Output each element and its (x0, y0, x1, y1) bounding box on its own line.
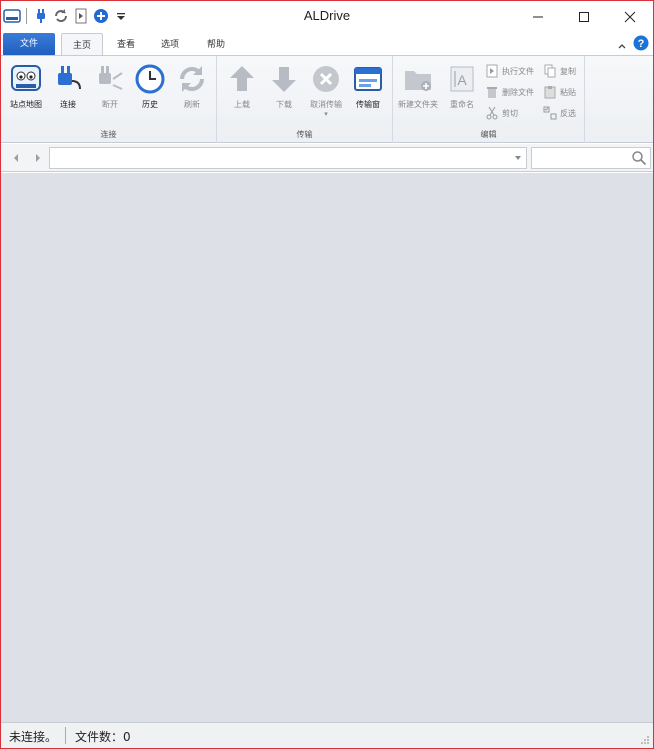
site-map-icon (9, 62, 43, 96)
path-input[interactable] (49, 147, 527, 169)
search-icon (632, 151, 647, 166)
cut-button[interactable]: 剪切 (485, 104, 518, 122)
search-input[interactable] (531, 147, 651, 169)
site-map-label: 站点地图 (10, 100, 42, 109)
download-button[interactable]: 下载 (263, 62, 305, 110)
minimize-button[interactable] (515, 1, 561, 33)
svg-text:A: A (457, 72, 467, 88)
new-folder-icon (401, 62, 435, 96)
paste-button[interactable]: 粘贴 (543, 83, 576, 101)
new-folder-button[interactable]: 新建文件夹 (395, 62, 441, 110)
edit-group-label: 编辑 (480, 130, 497, 139)
clock-icon (133, 62, 167, 96)
scissors-icon (485, 106, 499, 120)
connection-status: 未连接。 (9, 730, 58, 744)
execute-file-button[interactable]: 执行文件 (485, 62, 534, 80)
upload-button[interactable]: 上载 (221, 62, 263, 110)
file-list-area[interactable] (1, 173, 653, 722)
back-arrow-icon (14, 154, 18, 162)
delete-file-icon (485, 85, 499, 99)
cancel-transfer-button[interactable]: 取消传输 ▾ (305, 62, 347, 118)
tab-home[interactable]: 主页 (61, 33, 103, 55)
invert-selection-label: 反选 (560, 108, 576, 118)
forward-button[interactable] (31, 151, 45, 165)
delete-file-label: 删除文件 (502, 87, 534, 97)
disconnect-button[interactable]: 断开 (89, 62, 131, 110)
up-arrow-icon (225, 62, 259, 96)
status-bar: 未连接。 文件数：0 (1, 722, 653, 748)
transfer-window-icon (351, 62, 385, 96)
ribbon-group-connect: 站点地图 连接 断开 历史 刷新 连接 (1, 56, 217, 143)
tab-options[interactable]: 选项 (151, 33, 189, 55)
ribbon: 站点地图 连接 断开 历史 刷新 连接 上载 下载 取消传输 ▾ 传输窗 传输 … (1, 55, 653, 143)
site-map-button[interactable]: 站点地图 (5, 62, 47, 110)
window-controls (515, 1, 653, 33)
transfer-window-button[interactable]: 传输窗 (347, 62, 389, 110)
maximize-button[interactable] (561, 1, 607, 33)
invert-selection-button[interactable]: 反选 (543, 104, 576, 122)
forward-arrow-icon (36, 154, 40, 162)
connect-group-label: 连接 (100, 130, 117, 139)
disconnect-label: 断开 (102, 100, 118, 109)
ribbon-controls: ? (617, 35, 649, 55)
paste-icon (543, 85, 557, 99)
refresh-label: 刷新 (184, 100, 200, 109)
plug-icon (51, 62, 85, 96)
history-button[interactable]: 历史 (129, 62, 171, 110)
delete-file-button[interactable]: 删除文件 (485, 83, 534, 101)
connect-label: 连接 (60, 100, 76, 109)
cut-label: 剪切 (502, 108, 518, 118)
upload-label: 上载 (234, 100, 250, 109)
ribbon-tab-row: 文件 主页 查看 选项 帮助 ? (1, 33, 653, 55)
copy-icon (543, 64, 557, 78)
app-window: ALDrive 文件 主页 查看 选项 帮助 ? 站点地图 连接 断开 历史 刷… (0, 0, 654, 749)
cancel-circle-icon (309, 62, 343, 96)
rename-button[interactable]: A 重命名 (441, 62, 483, 110)
svg-text:?: ? (638, 38, 645, 50)
history-label: 历史 (142, 100, 158, 109)
tab-help[interactable]: 帮助 (197, 33, 235, 55)
cancel-transfer-label: 取消传输 (310, 100, 342, 109)
rename-icon: A (445, 62, 479, 96)
address-bar (1, 144, 653, 172)
maximize-icon (579, 12, 589, 22)
new-folder-label: 新建文件夹 (398, 100, 438, 109)
copy-button[interactable]: 复制 (543, 62, 576, 80)
resize-grip-icon[interactable] (640, 735, 650, 745)
transfer-group-label: 传输 (296, 130, 313, 139)
refresh-button[interactable]: 刷新 (171, 62, 213, 110)
tab-view[interactable]: 查看 (107, 33, 145, 55)
down-arrow-icon (267, 62, 301, 96)
ribbon-group-edit: 新建文件夹 A 重命名 执行文件 删除文件 剪切 复制 粘贴 反选 编辑 (393, 56, 585, 143)
title-bar: ALDrive (1, 1, 653, 33)
refresh-icon (175, 62, 209, 96)
ribbon-group-transfer: 上载 下载 取消传输 ▾ 传输窗 传输 (217, 56, 393, 143)
cancel-transfer-dropdown-icon: ▾ (324, 110, 328, 118)
close-button[interactable] (607, 1, 653, 33)
collapse-ribbon-icon[interactable] (617, 36, 627, 55)
back-button[interactable] (9, 151, 23, 165)
help-icon[interactable]: ? (633, 35, 649, 55)
close-icon (624, 11, 636, 23)
rename-label: 重命名 (450, 100, 474, 109)
tab-file[interactable]: 文件 (3, 33, 55, 55)
unplug-icon (93, 62, 127, 96)
status-separator (65, 727, 66, 744)
execute-file-icon (485, 64, 499, 78)
minimize-icon (533, 16, 543, 18)
copy-label: 复制 (560, 66, 576, 76)
paste-label: 粘贴 (560, 87, 576, 97)
transfer-window-label: 传输窗 (356, 100, 380, 109)
connect-button[interactable]: 连接 (47, 62, 89, 110)
download-label: 下载 (276, 100, 292, 109)
execute-file-label: 执行文件 (502, 66, 534, 76)
file-count-status: 文件数：0 (75, 730, 131, 744)
invert-selection-icon (543, 106, 557, 120)
path-dropdown-icon[interactable] (512, 152, 524, 164)
